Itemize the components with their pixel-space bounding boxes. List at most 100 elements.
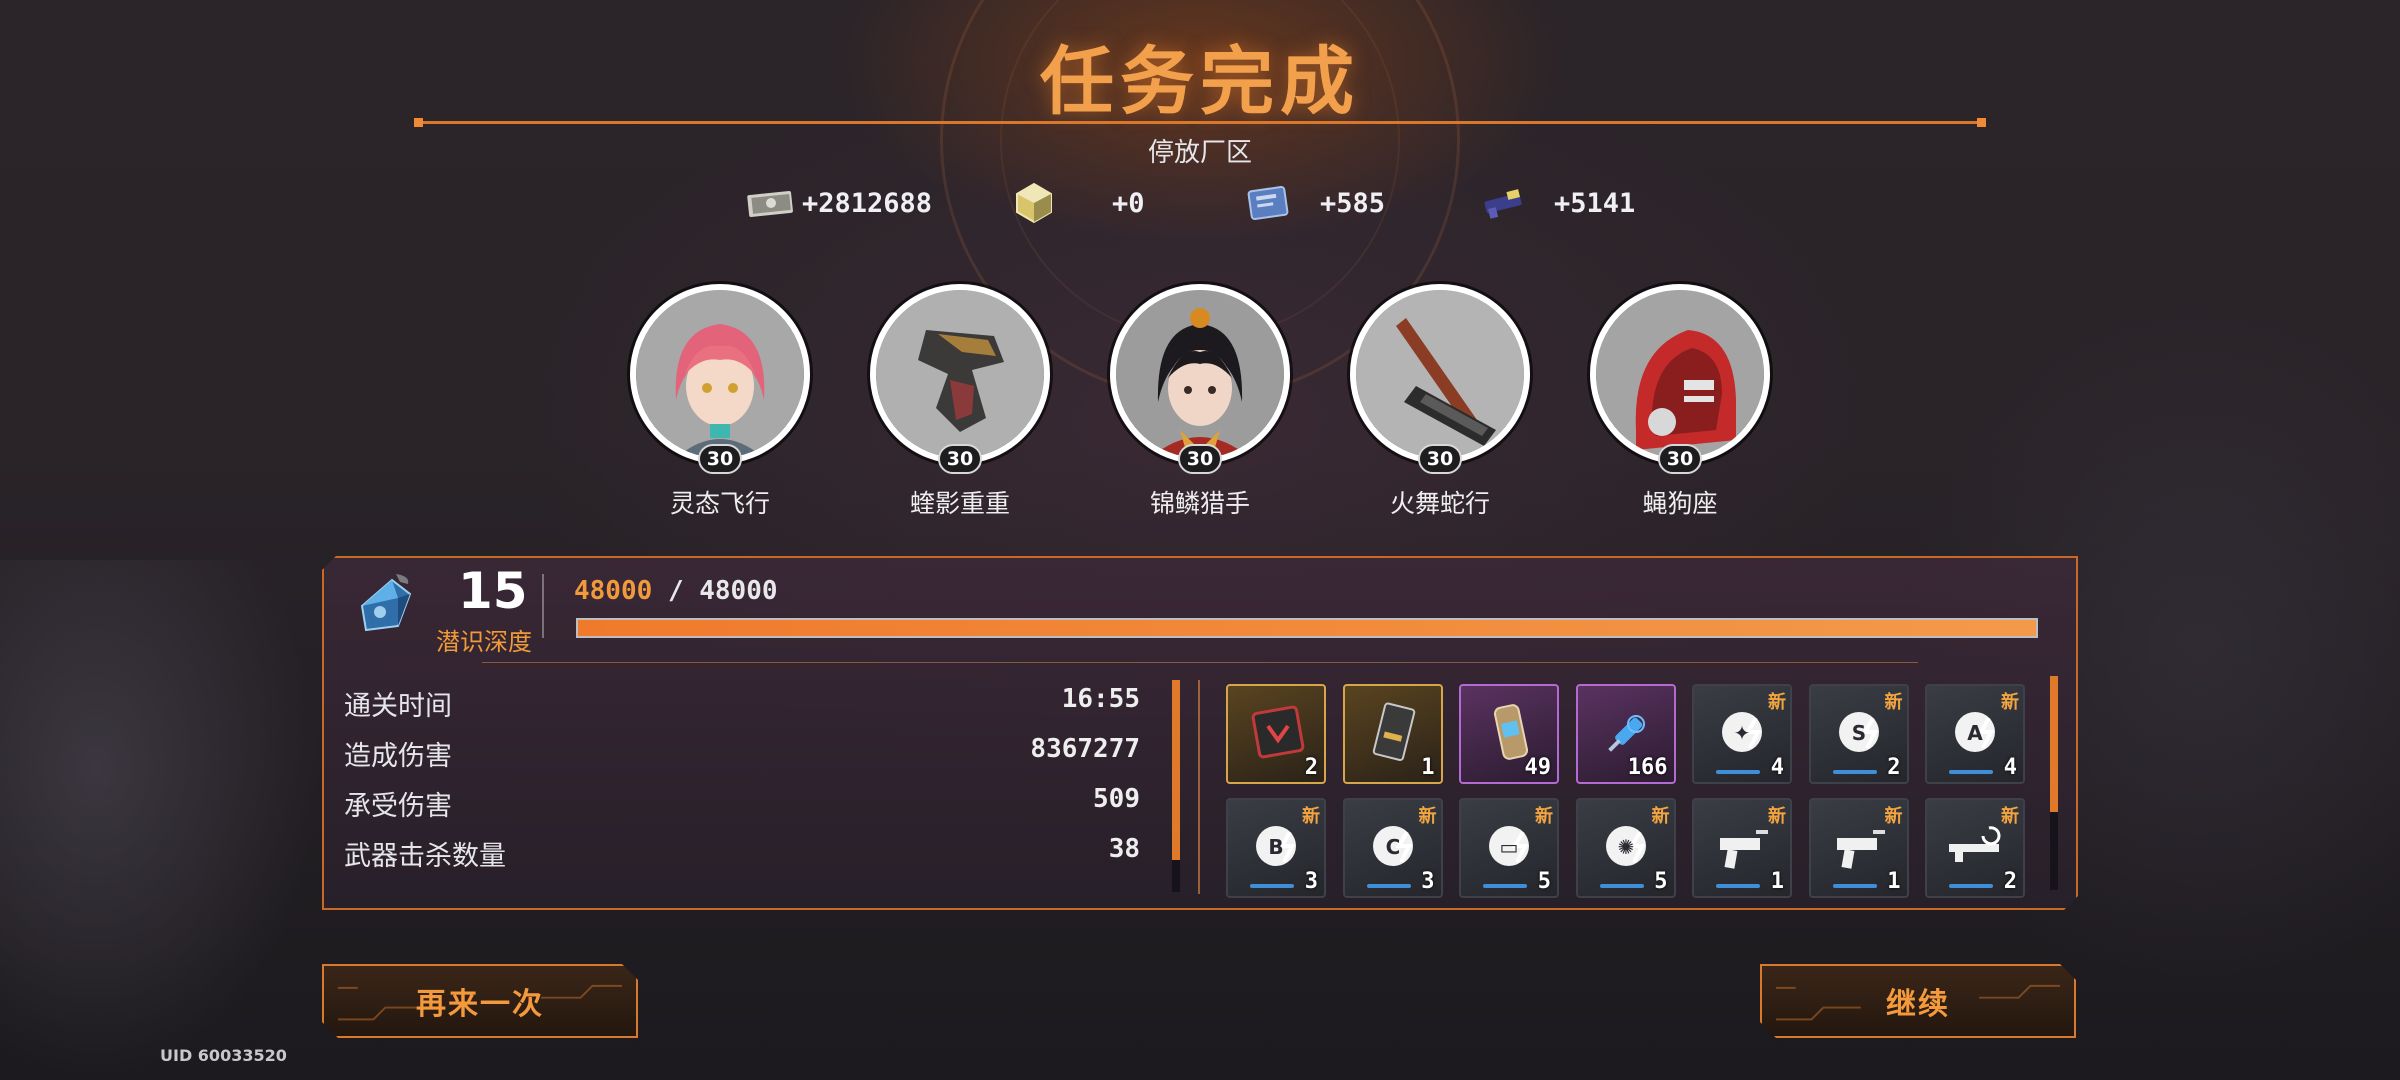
- xp-progress-fill: [578, 620, 2036, 636]
- retry-button[interactable]: 再来一次: [322, 964, 638, 1038]
- new-badge: 新: [1302, 806, 1320, 827]
- stat-label: 造成伤害: [344, 741, 452, 772]
- depth-divider: [542, 574, 544, 638]
- new-badge: 新: [2001, 692, 2019, 713]
- character-slot-2[interactable]: 30 蝰影重重: [860, 284, 1060, 520]
- character-slot-5[interactable]: 30 蝇狗座: [1580, 284, 1780, 520]
- item-quality-bar: [1599, 884, 1644, 888]
- reward-item[interactable]: 新2: [1925, 798, 2025, 898]
- panel-divider: [482, 662, 1918, 663]
- reward-item[interactable]: B新 3: [1226, 798, 1326, 898]
- reward-item[interactable]: 新1: [1692, 798, 1792, 898]
- reward-cash-value: +2812688: [802, 187, 933, 219]
- xp-progress-bar: [576, 618, 2038, 638]
- item-quality-bar: [1250, 884, 1294, 888]
- reward-item[interactable]: 49: [1459, 684, 1559, 784]
- reward-item[interactable]: C新 3: [1342, 798, 1443, 898]
- stats-scrollbar[interactable]: [1172, 680, 1180, 892]
- item-quality-bar: [1483, 884, 1527, 888]
- svg-text:✦: ✦: [1734, 721, 1751, 745]
- stat-row-weapon-kills: 武器击杀数量 38: [344, 834, 1140, 874]
- item-count: 1: [1770, 869, 1784, 894]
- character-portrait: [870, 284, 1050, 464]
- stage-name: 停放厂区: [1147, 138, 1252, 168]
- items-scrollbar[interactable]: [2050, 676, 2058, 890]
- character-name: 灵态飞行: [669, 489, 770, 518]
- reward-item[interactable]: A新 4: [1925, 684, 2025, 784]
- stat-row-damage-dealt: 造成伤害 8367277: [344, 734, 1140, 774]
- character-name: 火舞蛇行: [1389, 489, 1490, 518]
- reward-book: +585: [1242, 178, 1385, 228]
- character-name: 锦鳞猎手: [1149, 489, 1250, 518]
- character-portrait: [1110, 284, 1290, 464]
- stat-value: 509: [1093, 784, 1140, 814]
- item-count: 1: [1421, 755, 1435, 780]
- character-level-badge: 30: [1178, 444, 1222, 474]
- item-count: 4: [2003, 755, 2017, 780]
- svg-text:S: S: [1851, 721, 1865, 745]
- stats-scrollbar-thumb[interactable]: [1172, 680, 1180, 860]
- background-shape-left: [0, 560, 320, 1080]
- reward-crystal-value: +0: [1112, 187, 1145, 219]
- character-level-badge: 30: [938, 444, 982, 474]
- new-badge: 新: [1768, 806, 1786, 827]
- svg-text:A: A: [1967, 721, 1983, 745]
- item-quality-bar: [1832, 884, 1877, 888]
- character-level-badge: 30: [1658, 444, 1702, 474]
- weapon-module-icon: [1478, 183, 1530, 223]
- reward-book-value: +585: [1320, 187, 1386, 219]
- new-badge: 新: [1768, 692, 1786, 713]
- item-quality-bar: [1832, 770, 1877, 774]
- character-level-badge: 30: [1418, 444, 1462, 474]
- depth-crystal-icon: [352, 568, 422, 638]
- character-slot-3[interactable]: 30 锦鳞猎手: [1100, 284, 1300, 520]
- items-scrollbar-thumb[interactable]: [2050, 676, 2058, 812]
- item-count: 49: [1524, 755, 1552, 780]
- item-count: 166: [1627, 755, 1668, 780]
- character-portrait: [1590, 284, 1770, 464]
- item-quality-bar: [1949, 884, 1993, 888]
- item-quality-bar: [1716, 770, 1760, 774]
- svg-text:✺: ✺: [1617, 835, 1634, 859]
- reward-item[interactable]: 新1: [1808, 798, 1909, 898]
- new-badge: 新: [1884, 806, 1903, 827]
- reward-item[interactable]: ▭ 新 5: [1459, 798, 1559, 898]
- stat-row-clear-time: 通关时间 16:55: [344, 684, 1140, 724]
- reward-item[interactable]: 2: [1226, 684, 1326, 784]
- character-slot-1[interactable]: 30 灵态飞行: [620, 284, 820, 520]
- item-count: 1: [1887, 869, 1901, 894]
- crystal-icon: [1008, 182, 1060, 224]
- book-icon: [1242, 183, 1294, 223]
- character-level-badge: 30: [698, 444, 742, 474]
- new-badge: 新: [1535, 806, 1553, 827]
- xp-max: 48000: [699, 576, 778, 606]
- character-slot-4[interactable]: 30 火舞蛇行: [1340, 284, 1540, 520]
- item-count: 4: [1770, 755, 1784, 780]
- continue-button[interactable]: 继续: [1760, 964, 2076, 1038]
- reward-item[interactable]: S新 2: [1808, 684, 1909, 784]
- reward-item[interactable]: ✦ 新 4: [1692, 684, 1792, 784]
- grid-divider: [1198, 680, 1200, 894]
- reward-weapon-module-value: +5141: [1554, 187, 1636, 219]
- reward-cash: +2812688: [744, 178, 932, 228]
- reward-item[interactable]: ✺ 新 5: [1575, 798, 1676, 898]
- stat-label: 承受伤害: [344, 791, 452, 822]
- svg-text:B: B: [1268, 835, 1283, 859]
- new-badge: 新: [1884, 692, 1903, 713]
- new-badge: 新: [1651, 806, 1670, 827]
- item-count: 2: [1887, 755, 1901, 780]
- reward-item[interactable]: 1: [1342, 684, 1443, 784]
- item-count: 2: [2003, 869, 2017, 894]
- stat-value: 38: [1108, 834, 1140, 864]
- stat-label: 武器击杀数量: [344, 841, 506, 872]
- reward-weapon-module: +5141: [1478, 178, 1635, 228]
- title-divider: [414, 118, 1986, 127]
- new-badge: 新: [1418, 806, 1437, 827]
- item-count: 3: [1421, 869, 1435, 894]
- depth-level: 15: [458, 562, 528, 620]
- stat-label: 通关时间: [344, 691, 452, 722]
- reward-item[interactable]: 166: [1575, 684, 1676, 784]
- stat-row-damage-taken: 承受伤害 509: [344, 784, 1140, 824]
- item-count: 5: [1537, 869, 1551, 894]
- character-portrait: [630, 284, 810, 464]
